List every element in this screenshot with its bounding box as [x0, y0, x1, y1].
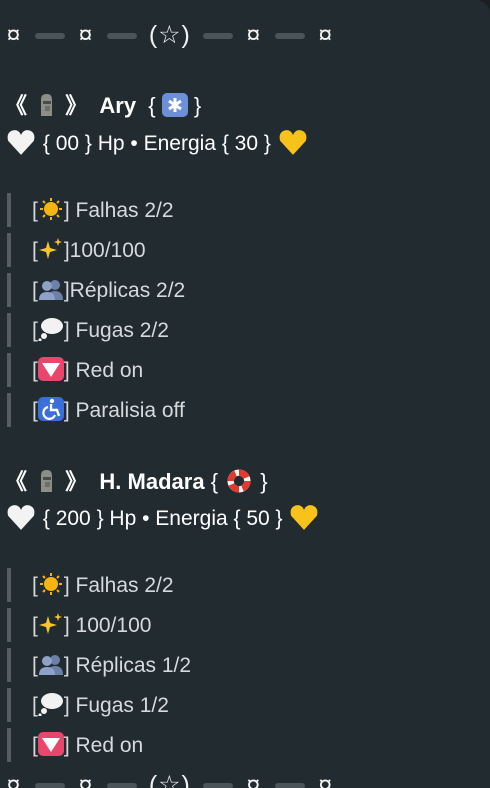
message-bubble: ¤ ¤ (☆) ¤ ¤ 《 》 Ary { } { 00 } Hp • Ener…: [0, 0, 490, 788]
separator-center: (☆): [148, 771, 191, 788]
currency-glyph: ¤: [6, 21, 22, 49]
separator-dash: [34, 33, 65, 40]
separator-dash: [106, 33, 137, 40]
white-heart-icon: [7, 505, 35, 530]
busts-icon: [38, 655, 63, 675]
separator-dash: [274, 783, 305, 788]
quote-bar: [7, 568, 11, 602]
currency-glyph: ¤: [318, 771, 334, 788]
currency-glyph: ¤: [78, 771, 94, 788]
character-name: H. Madara: [99, 469, 205, 494]
separator-center: (☆): [148, 21, 191, 49]
yellow-heart-icon: [290, 505, 318, 530]
separator-dash: [202, 783, 233, 788]
asterisk-icon: [161, 93, 188, 117]
quote-bar: [7, 648, 11, 682]
moai-icon: [41, 470, 53, 492]
hp-energy-text: { 200 } Hp • Energia { 50 }: [42, 507, 283, 530]
separator-dash: [274, 33, 305, 40]
moai-icon: [41, 94, 53, 116]
currency-glyph: ¤: [78, 21, 94, 49]
hp-energy-text: { 00 } Hp • Energia { 30 }: [42, 132, 271, 155]
thought-balloon-icon: [38, 693, 63, 716]
character-header: 《 》 H. Madara { }: [5, 464, 268, 496]
wheelchair-icon: [37, 397, 64, 421]
quote-bar: [7, 728, 11, 762]
sun-icon: [39, 573, 62, 595]
quote-bar: [7, 233, 11, 267]
thought-balloon-icon: [38, 318, 63, 341]
ring-buoy-icon: [227, 469, 251, 493]
currency-glyph: ¤: [6, 771, 22, 788]
sparkles-icon: [38, 613, 62, 634]
white-heart-icon: [7, 130, 35, 155]
currency-glyph: ¤: [246, 21, 262, 49]
separator-bottom: ¤ ¤ (☆) ¤ ¤: [5, 770, 335, 788]
red-triangle-icon: [37, 732, 64, 756]
quote-bar: [7, 273, 11, 307]
sparkles-icon: [38, 238, 62, 259]
quote-bar: [7, 688, 11, 722]
yellow-heart-icon: [279, 130, 307, 155]
character-name: Ary: [99, 93, 137, 118]
hp-energy-line: { 00 } Hp • Energia { 30 }: [5, 128, 309, 156]
quote-bar: [7, 393, 11, 427]
separator-dash: [202, 33, 233, 40]
quote-bar: [7, 608, 11, 642]
separator-dash: [106, 783, 137, 788]
currency-glyph: ¤: [318, 21, 334, 49]
quote-bar: [7, 353, 11, 387]
quote-bar: [7, 313, 11, 347]
sun-icon: [39, 198, 62, 220]
hp-energy-line: { 200 } Hp • Energia { 50 }: [5, 503, 320, 531]
currency-glyph: ¤: [246, 771, 262, 788]
quote-bar: [7, 193, 11, 227]
red-triangle-icon: [37, 357, 64, 381]
separator-top: ¤ ¤ (☆) ¤ ¤: [5, 20, 335, 50]
separator-dash: [34, 783, 65, 788]
busts-icon: [38, 280, 63, 300]
character-header: 《 》 Ary { }: [5, 93, 202, 118]
